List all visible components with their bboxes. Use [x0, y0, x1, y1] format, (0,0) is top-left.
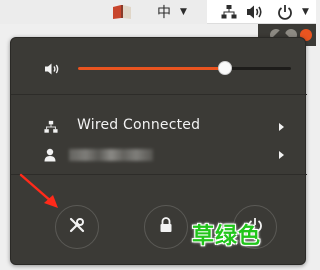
- desktop: 中 ▼ ▼ Wired Connected 草绿色: [0, 0, 316, 270]
- wrench-screwdriver-icon: [68, 216, 86, 238]
- chevron-right-icon: [279, 123, 284, 131]
- chevron-down-icon[interactable]: ▼: [302, 0, 309, 24]
- system-menu: Wired Connected: [10, 37, 307, 265]
- book-icon[interactable]: [112, 0, 132, 24]
- chevron-right-icon: [279, 151, 284, 159]
- speaker-icon: [44, 61, 60, 80]
- volume-slider-handle[interactable]: [218, 61, 232, 75]
- network-menu-item[interactable]: Wired Connected: [11, 114, 307, 140]
- volume-slider-fill: [78, 67, 225, 70]
- annotation-label: 草绿色: [192, 224, 262, 249]
- input-method-indicator[interactable]: 中 ▼: [157, 0, 187, 24]
- power-icon[interactable]: [277, 0, 293, 24]
- user-icon: [44, 148, 56, 166]
- volume-icon[interactable]: [246, 0, 264, 24]
- lock-button[interactable]: [144, 205, 188, 249]
- volume-row: [11, 54, 307, 82]
- separator: [11, 94, 307, 95]
- user-name-redacted: [69, 149, 153, 161]
- input-method-label: 中: [157, 5, 171, 21]
- chevron-down-icon: ▼: [180, 7, 187, 17]
- lock-icon: [159, 217, 173, 237]
- network-icon: [44, 120, 58, 138]
- volume-slider[interactable]: [78, 67, 291, 70]
- annotation-arrow-icon: [18, 172, 64, 216]
- user-menu-item[interactable]: [11, 142, 307, 168]
- network-menu-label: Wired Connected: [77, 117, 201, 133]
- network-icon[interactable]: [221, 0, 237, 24]
